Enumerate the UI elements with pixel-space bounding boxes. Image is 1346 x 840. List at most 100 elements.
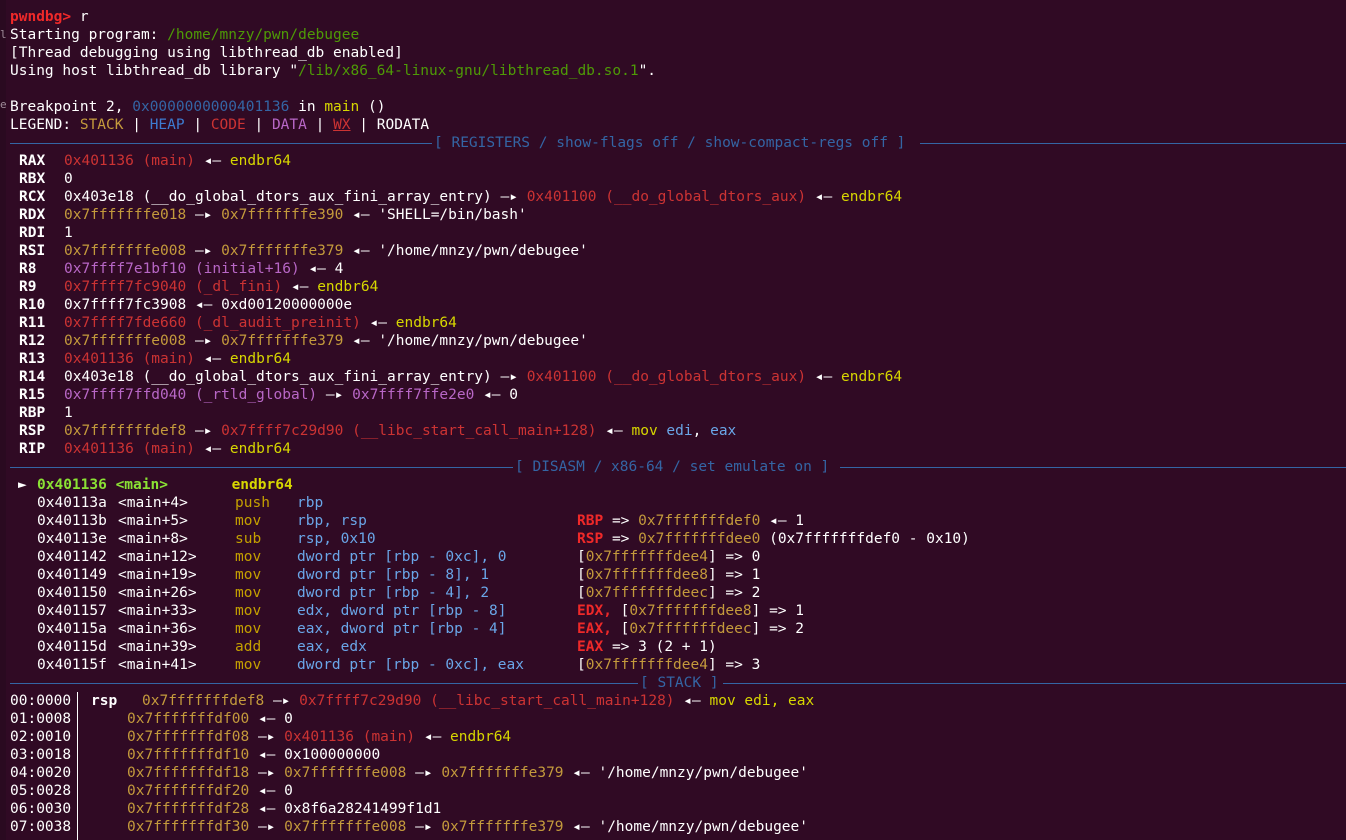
breakpoint-address: 0x0000000000401136 [132,99,290,115]
rule-bar [840,467,1346,468]
stack-address: 0x7fffffffdf00 [127,711,250,727]
disasm-mnemonic: push [235,495,270,511]
fat-arrow-icon: => [611,513,630,529]
fat-arrow-icon: => [725,567,743,583]
stack-row: 00:0000 rsp 0x7fffffffdef8 —▸ 0x7ffff7c29d… [10,692,814,710]
arrow-right-icon: —▸ [500,189,518,205]
arrow-right-icon: —▸ [194,243,213,259]
disasm-mnemonic: sub [235,531,262,547]
arrow-left-icon: ◂— [605,423,623,439]
register-value: 0x7ffff7e1bf10 (initial+16) [64,261,300,277]
register-row-rax: RAX 0x401136 (main) ◂— endbr64 [10,152,291,170]
arrow-left-icon: ◂— [352,333,370,349]
disasm-row: 0x401157 <main+33> mov edx, dword ptr [rbp … [37,603,805,619]
disasm-note-value: 0x7fffffffdee8 [585,567,708,583]
stack-section-header: [ STACK ] [10,674,1346,692]
register-deref: endbr64 [841,369,903,385]
register-row-r8: R8 0x7ffff7e1bf10 (initial+16) ◂— 4 [10,260,343,278]
disasm-row: 0x40115a <main+36> mov eax, dword ptr [rbp … [37,621,805,637]
disasm-address: 0x40113b [37,513,107,529]
terminal-window[interactable]: ls e pwndbg> r Starting program: /home/m… [0,0,1346,840]
arrow-left-icon: ◂— [290,279,309,295]
register-row-rsp: RSP 0x7fffffffdef8 —▸ 0x7ffff7c29d90 (__l… [10,422,736,440]
disasm-row: 0x40115f <main+41> mov dword ptr [rbp - 0xc… [37,657,761,673]
register-deref: 0xd00120000000e [221,297,353,313]
disasm-note-tail: 1 [795,513,805,529]
rule-bar [10,143,432,144]
starting-label: Starting program: [10,27,159,43]
register-name: RDX [19,207,46,223]
stack-deref: 0x7fffffffe379 [441,765,564,781]
arrow-right-icon: —▸ [257,819,276,835]
arrow-left-icon: ◂— [352,207,370,223]
register-row-r13: R13 0x401136 (main) ◂— endbr64 [10,350,291,368]
register-name: RDI [19,225,46,241]
disasm-mnemonic: mov [235,603,262,619]
disasm-note-register: EAX [577,639,604,655]
register-row-r10: R10 0x7ffff7fc3908 ◂— 0xd00120000000e [10,296,352,314]
register-deref: endbr64 [317,279,379,295]
breakpoint-line: Breakpoint 2, 0x0000000000401136 in main… [10,98,385,116]
register-name: R10 [19,297,46,313]
register-deref: 0x7fffffffe379 [221,243,344,259]
stack-row: 03:0018 0x7fffffffdf10 ◂— 0x100000000 [10,746,380,764]
stack-index: 05:0028 [10,783,72,799]
arrow-left-icon: ◂— [203,153,222,169]
stack-index: 04:0020 [10,765,72,781]
disasm-symbol: <main+41> [118,657,197,673]
arrow-left-icon: ◂— [308,261,326,277]
register-deref: 'SHELL=/bin/bash' [378,207,527,223]
stack-address: 0x7fffffffdf18 [127,765,250,781]
disasm-note-register: RBP [577,513,604,529]
rule-bar [920,143,1346,144]
arrow-left-icon: ◂— [352,243,370,259]
register-row-rcx: RCX 0x403e18 (__do_global_dtors_aux_fini_… [10,188,902,206]
arrow-left-icon: ◂— [257,801,276,817]
register-name: RCX [19,189,46,205]
disasm-mnemonic: add [235,639,262,655]
register-name: R15 [19,387,46,403]
host-lib-path: /lib/x86_64-linux-gnu/libthread_db.so.1 [298,63,639,79]
legend-data: DATA [271,117,307,133]
arrow-right-icon: —▸ [415,765,433,781]
register-deref: 0x401100 (__do_global_dtors_aux) [526,189,807,205]
stack-row: 01:0008 0x7fffffffdf00 ◂— 0 [10,710,293,728]
arrow-left-icon: ◂— [814,369,833,385]
register-name: RAX [19,153,46,169]
disasm-section-header: [ DISASM / x86-64 / set emulate on ] [10,458,1346,476]
disasm-operands: eax, edx [297,639,367,655]
disasm-mnemonic: mov [235,657,262,673]
register-name: R11 [19,315,46,331]
stack-address: 0x7fffffffdf30 [127,819,250,835]
register-value: 0x7fffffffe018 [64,207,187,223]
thread-debug-line: [Thread debugging using libthread_db ena… [10,45,403,61]
register-deref: 0x7ffff7ffe2e0 [352,387,475,403]
register-value: 0x7ffff7fde660 (_dl_audit_preinit) [64,315,361,331]
register-row-r9: R9 0x7ffff7fc9040 (_dl_fini) ◂— endbr64 [10,278,378,296]
arrow-right-icon: —▸ [257,765,276,781]
disasm-operands: eax, dword ptr [rbp - 4] [297,621,507,637]
legend-rodata: RODATA [376,117,430,133]
register-name: RSI [19,243,46,259]
edge-fragment: e [0,98,6,111]
arrow-right-icon: —▸ [194,423,213,439]
command-text: r [79,9,89,25]
breakpoint-label: Breakpoint 2, [10,99,124,115]
register-name: RBP [19,405,46,421]
disasm-symbol: <main> [115,477,168,493]
register-row-r14: R14 0x403e18 (__do_global_dtors_aux_fini_… [10,368,902,386]
stack-deref: 0x7ffff7c29d90 (__libc_start_call_main+1… [299,693,675,709]
arrow-left-icon: ◂— [814,189,833,205]
disasm-mnemonic: mov [235,567,262,583]
register-value: 0x401136 (main) [64,153,195,169]
legend-heap: HEAP [149,117,185,133]
breakpoint-in: in [298,99,316,115]
register-row-r15: R15 0x7ffff7ffd040 (_rtld_global) —▸ 0x7f… [10,386,518,404]
legend-sep: | [254,117,264,133]
disasm-address: 0x40113a [37,495,107,511]
stack-row: 07:0038 0x7fffffffdf30 —▸ 0x7fffffffe008 … [10,818,808,836]
stack-index: 02:0010 [10,729,72,745]
register-name: R8 [19,261,37,277]
stack-row: 04:0020 0x7fffffffdf18 —▸ 0x7fffffffe008 … [10,764,808,782]
fat-arrow-icon: => [725,549,743,565]
